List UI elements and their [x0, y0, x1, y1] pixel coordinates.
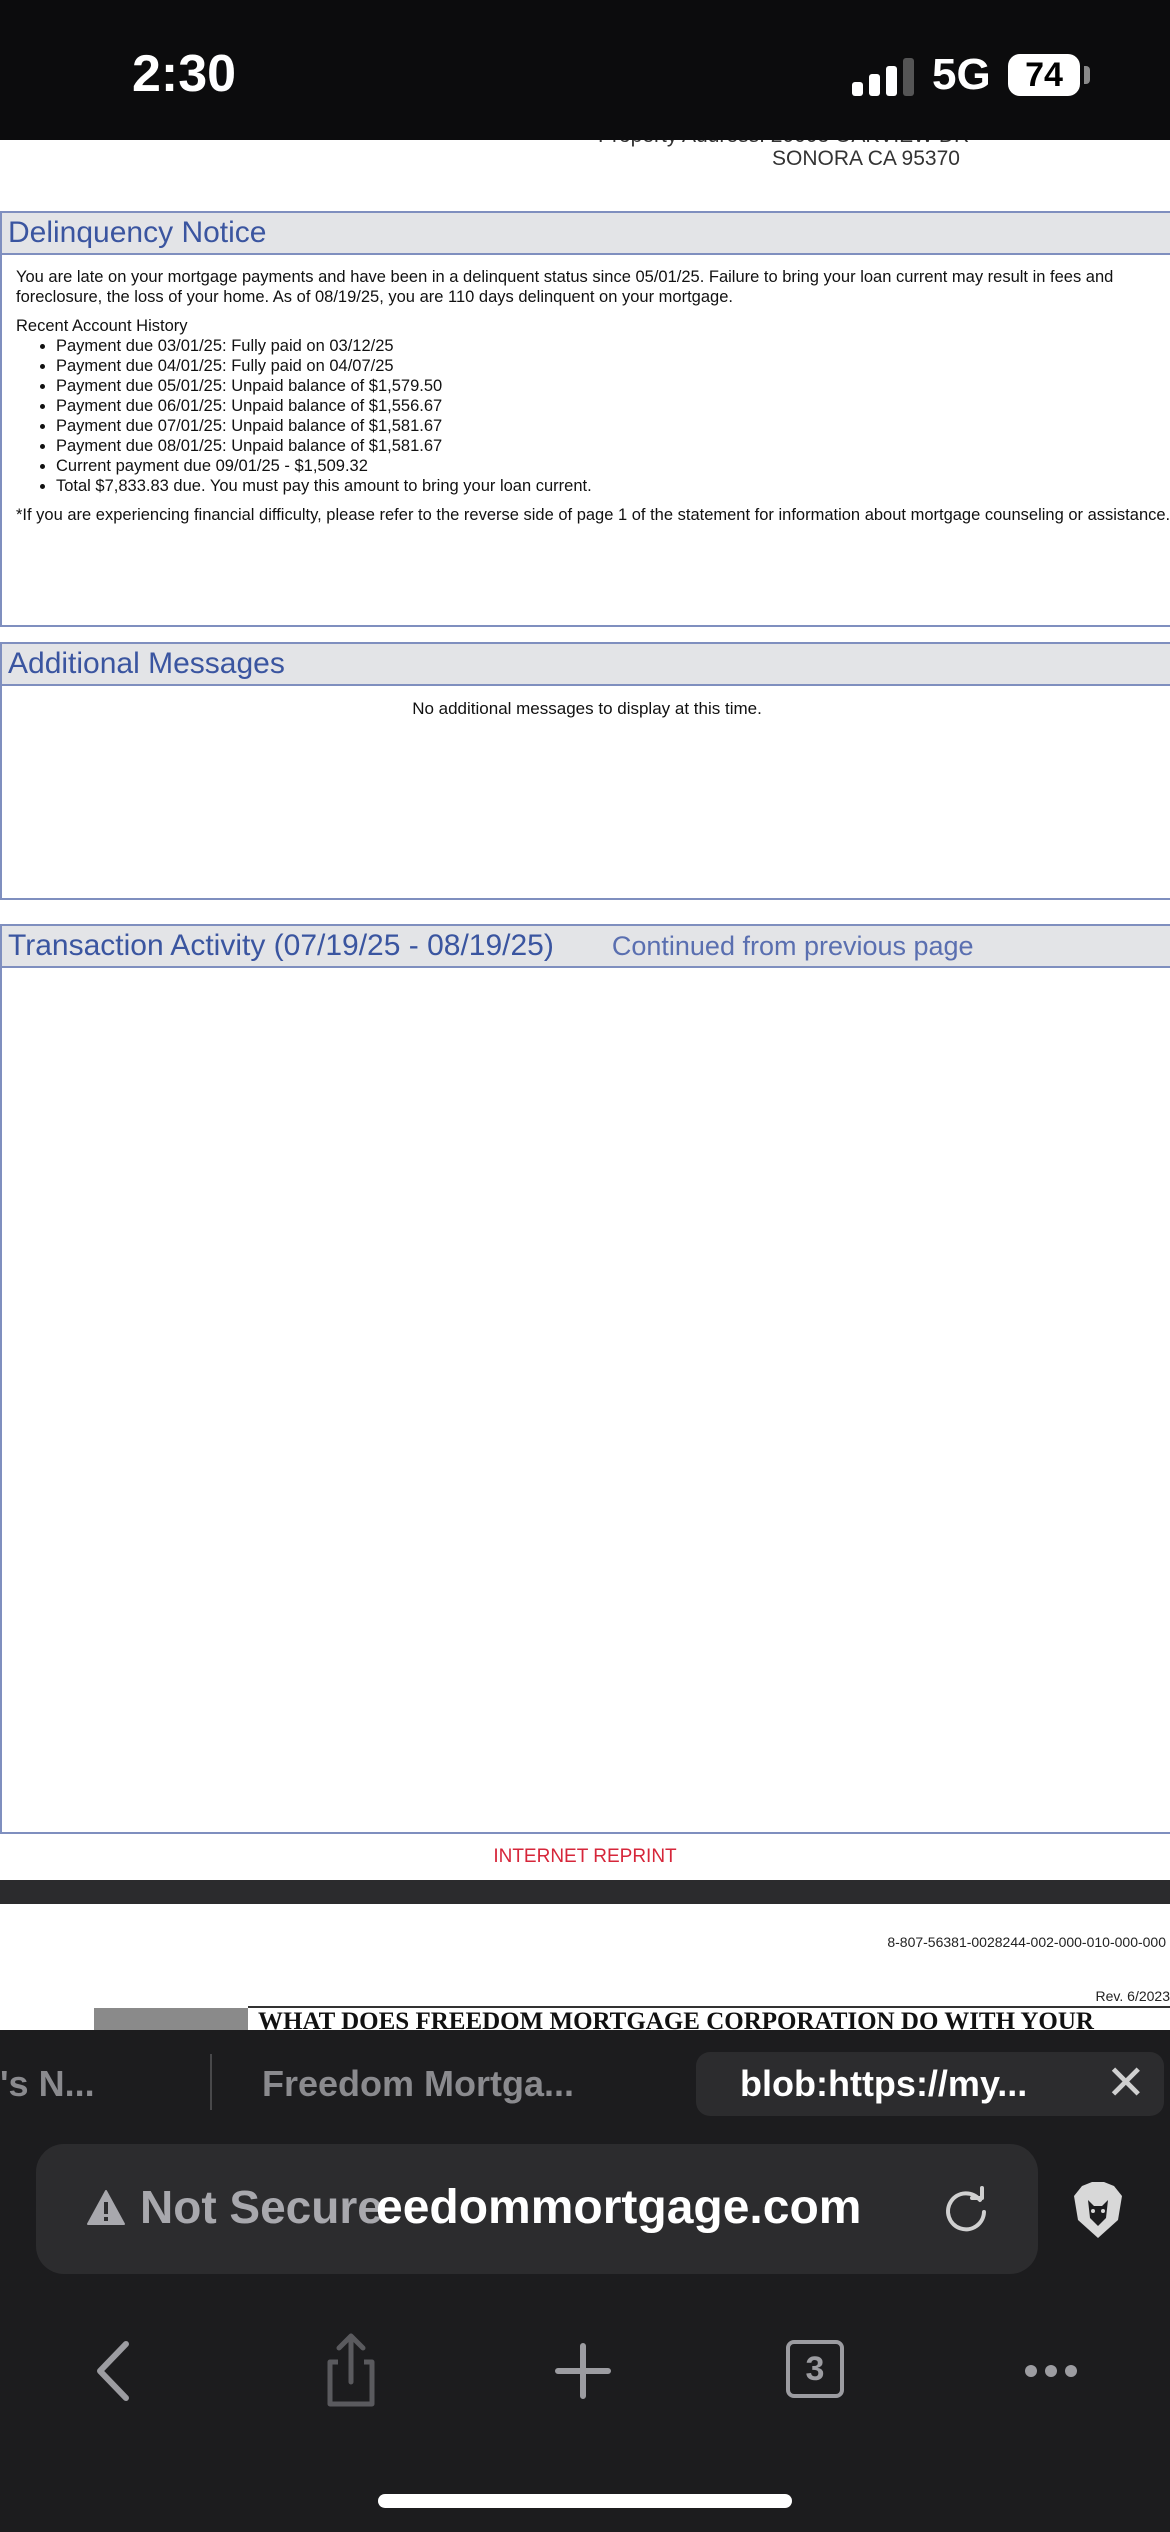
history-item: Current payment due 09/01/25 - $1,509.32 [56, 456, 1170, 476]
network-type: 5G [932, 50, 991, 99]
tabs-icon: 3 [786, 2340, 844, 2398]
delinquency-notice-title: Delinquency Notice [2, 213, 1170, 255]
address-area: Not Secure eedommortgage.com [0, 2140, 1170, 2290]
tab-active-blob[interactable]: blob:https://my... ✕ [696, 2052, 1164, 2116]
bottom-toolbar: 3 [0, 2290, 1170, 2532]
heading-block [94, 2008, 248, 2030]
delinquency-intro-line2: foreclosure, the loss of your home. As o… [16, 288, 733, 306]
history-label: Recent Account History [16, 317, 188, 335]
history-item: Total $7,833.83 due. You must pay this a… [56, 476, 1170, 496]
privacy-heading: WHAT DOES FREEDOM MORTGAGE CORPORATION D… [258, 2008, 1094, 2030]
signal-icon [852, 58, 914, 96]
warning-icon [87, 2190, 125, 2225]
additional-messages-title: Additional Messages [2, 644, 1170, 686]
history-item: Payment due 07/01/25: Unpaid balance of … [56, 416, 1170, 436]
history-list: Payment due 03/01/25: Fully paid on 03/1… [16, 336, 1170, 496]
battery-tip [1084, 66, 1090, 84]
history-item: Payment due 06/01/25: Unpaid balance of … [56, 396, 1170, 416]
internet-reprint-label: INTERNET REPRINT [493, 1846, 677, 1867]
battery-icon: 74 [1008, 54, 1080, 96]
tab-active-label: blob:https://my... [740, 2063, 1028, 2104]
tab-freedom-mortgage[interactable]: Freedom Mortga... [262, 2052, 574, 2116]
brave-lion-icon[interactable] [1072, 2180, 1124, 2240]
tab-previous[interactable]: 's N... [0, 2052, 95, 2116]
history-item: Payment due 03/01/25: Fully paid on 03/1… [56, 336, 1170, 356]
history-item: Payment due 05/01/25: Unpaid balance of … [56, 376, 1170, 396]
property-address-city: SONORA CA 95370 [772, 147, 960, 170]
delinquency-body: You are late on your mortgage payments a… [16, 267, 1170, 525]
delinquency-intro-line1: You are late on your mortgage payments a… [16, 268, 1114, 286]
reload-icon[interactable] [940, 2184, 992, 2236]
transaction-activity-header: Transaction Activity (07/19/25 - 08/19/2… [2, 926, 1170, 968]
counseling-footnote: *If you are experiencing financial diffi… [16, 506, 1170, 524]
home-indicator [378, 2494, 792, 2508]
share-icon[interactable] [306, 2326, 396, 2416]
additional-messages-panel: Additional Messages No additional messag… [0, 642, 1170, 900]
url-text: eedommortgage.com [376, 2181, 862, 2234]
document-code: 8-807-56381-0028244-002-000-010-000-000 [887, 1934, 1166, 1950]
status-time: 2:30 [132, 45, 237, 103]
continued-note: Continued from previous page [611, 931, 974, 961]
tab-divider [210, 2054, 212, 2110]
transaction-activity-panel: Transaction Activity (07/19/25 - 08/19/2… [0, 924, 1170, 1834]
close-icon[interactable]: ✕ [1106, 2052, 1146, 2116]
revision-label: Rev. 6/2023 [1095, 1988, 1170, 2004]
address-bar[interactable]: Not Secure eedommortgage.com [36, 2144, 1038, 2274]
next-statement-page[interactable]: 8-807-56381-0028244-002-000-010-000-000 … [0, 1904, 1170, 2030]
page-separator [0, 1880, 1170, 1904]
not-secure-label: Not Secure [140, 2181, 383, 2233]
additional-messages-text: No additional messages to display at thi… [412, 699, 762, 718]
statement-page[interactable]: Property Address: 20003 OAKVIEW DR SONOR… [0, 140, 1170, 1880]
status-bar: 2:30 5G 74 [0, 0, 1170, 140]
tabs-button[interactable]: 3 [772, 2326, 862, 2416]
tab-bar: 's N... Freedom Mortga... blob:https://m… [0, 2030, 1170, 2140]
history-item: Payment due 08/01/25: Unpaid balance of … [56, 436, 1170, 456]
history-item: Payment due 04/01/25: Fully paid on 04/0… [56, 356, 1170, 376]
back-icon[interactable] [72, 2326, 162, 2416]
plus-icon[interactable] [538, 2326, 628, 2416]
transaction-activity-title: Transaction Activity (07/19/25 - 08/19/2… [8, 929, 554, 962]
delinquency-notice-panel: Delinquency Notice You are late on your … [0, 211, 1170, 627]
more-icon[interactable] [1006, 2326, 1096, 2416]
